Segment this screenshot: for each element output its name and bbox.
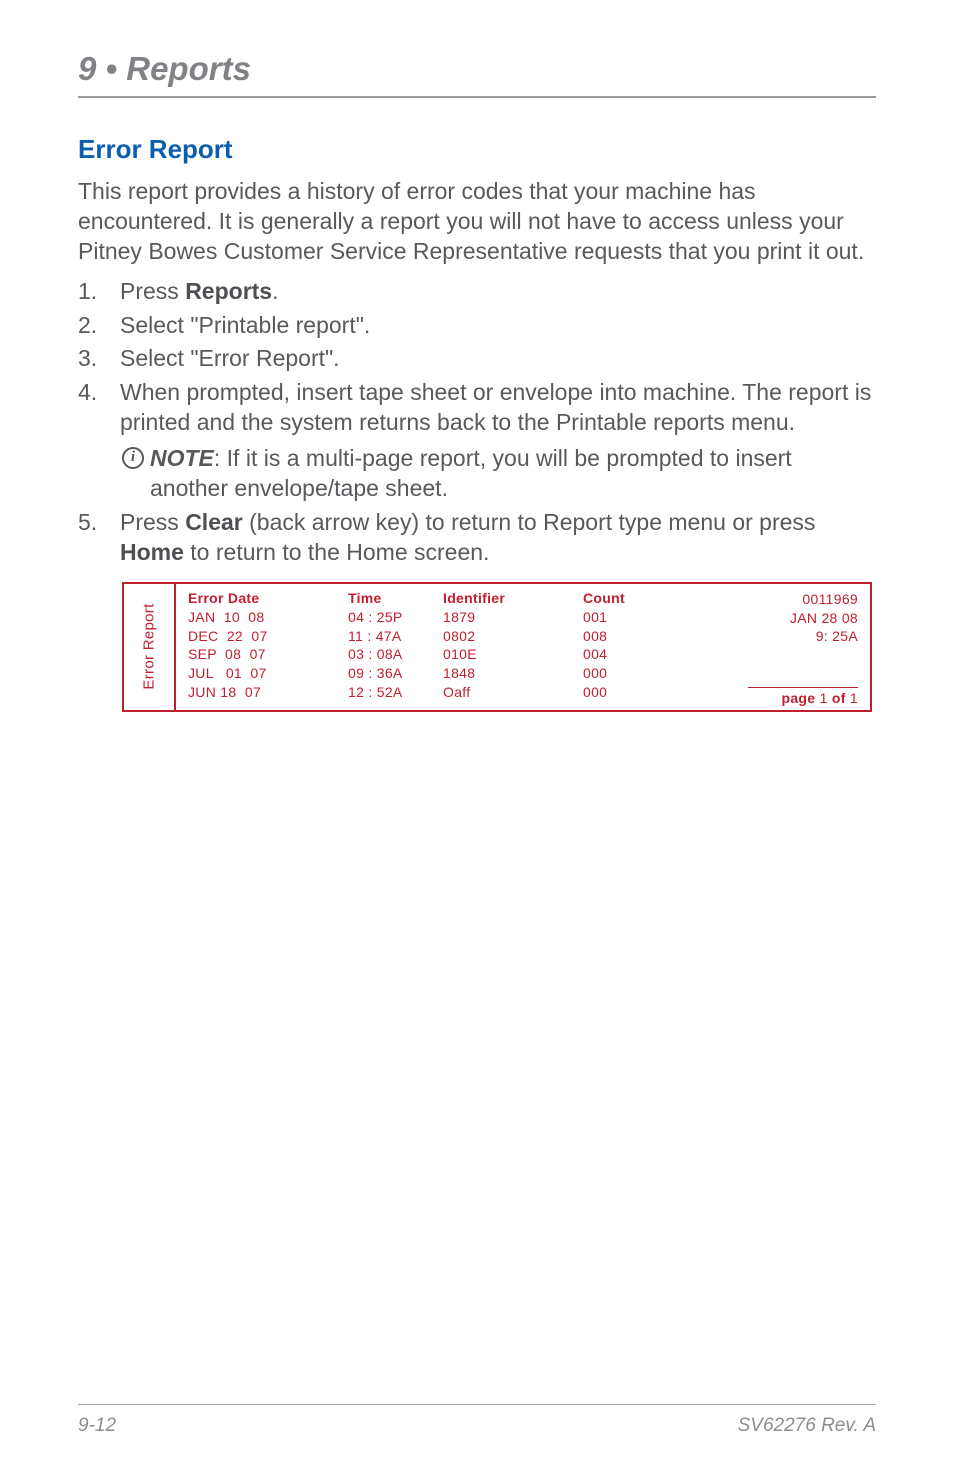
steps-list: Press Reports. Select "Printable report"…: [78, 277, 876, 568]
ticket-meta-time: 9: 25A: [790, 627, 858, 646]
section-title: Error Report: [78, 134, 876, 165]
page-n: 1: [820, 690, 828, 706]
ticket-page: page 1 of 1: [748, 687, 858, 706]
step-1-text-c: .: [272, 278, 278, 304]
footer-left: 9-12: [78, 1415, 116, 1437]
table-row: 010E: [443, 645, 583, 664]
ticket-col-time: Time 04 : 25P 11 : 47A 03 : 08A 09 : 36A…: [348, 590, 443, 702]
step-4: When prompted, insert tape sheet or enve…: [78, 378, 876, 504]
page-footer: 9-12 SV62276 Rev. A: [78, 1415, 876, 1437]
table-row: JAN 10 08: [188, 608, 348, 627]
note-text: NOTE: If it is a multi-page report, you …: [150, 444, 876, 504]
table-row: 1848: [443, 664, 583, 683]
footer-right: SV62276 Rev. A: [738, 1415, 876, 1437]
step-4-text: When prompted, insert tape sheet or enve…: [120, 379, 871, 435]
table-row: DEC 22 07: [188, 627, 348, 646]
ticket-col-count: Count 001 008 004 000 000: [583, 590, 683, 702]
step-1: Press Reports.: [78, 277, 876, 307]
ticket-hdr-date: Error Date: [188, 590, 348, 606]
table-row: JUN 18 07: [188, 683, 348, 702]
table-row: 12 : 52A: [348, 683, 443, 702]
table-row: 0802: [443, 627, 583, 646]
table-row: 000: [583, 664, 683, 683]
step-5-text-c: (back arrow key) to return to Report typ…: [243, 509, 816, 535]
ticket-col-identifier: Identifier 1879 0802 010E 1848 Oaff: [443, 590, 583, 702]
note-label: NOTE: [150, 445, 214, 471]
footer-rule: [78, 1404, 876, 1405]
step-2: Select "Printable report".: [78, 311, 876, 341]
table-row: 11 : 47A: [348, 627, 443, 646]
note-block: i NOTE: If it is a multi-page report, yo…: [120, 444, 876, 504]
step-5: Press Clear (back arrow key) to return t…: [78, 508, 876, 568]
table-row: Oaff: [443, 683, 583, 702]
table-row: 001: [583, 608, 683, 627]
page-total: 1: [850, 690, 858, 706]
table-row: 1879: [443, 608, 583, 627]
ticket-side-text: Error Report: [141, 604, 158, 690]
ticket-hdr-identifier: Identifier: [443, 590, 583, 606]
step-5-text-a: Press: [120, 509, 185, 535]
page-word: page: [781, 690, 815, 706]
ticket-hdr-count: Count: [583, 590, 683, 606]
table-row: 09 : 36A: [348, 664, 443, 683]
info-icon: i: [122, 447, 144, 469]
note-body: : If it is a multi-page report, you will…: [150, 445, 792, 501]
page-of: of: [832, 690, 846, 706]
ticket-meta-serial: 0011969: [790, 590, 858, 609]
table-row: SEP 08 07: [188, 645, 348, 664]
ticket-meta: 0011969 JAN 28 08 9: 25A: [790, 590, 858, 647]
table-row: 04 : 25P: [348, 608, 443, 627]
step-5-keyword-1: Clear: [185, 509, 243, 535]
ticket-body: Error Date JAN 10 08 DEC 22 07 SEP 08 07…: [176, 584, 870, 710]
ticket-hdr-time: Time: [348, 590, 443, 606]
error-report-ticket: Error Report Error Date JAN 10 08 DEC 22…: [122, 582, 872, 712]
table-row: 008: [583, 627, 683, 646]
chapter-header: 9 • Reports: [78, 50, 876, 98]
table-row: JUL 01 07: [188, 664, 348, 683]
intro-paragraph: This report provides a history of error …: [78, 177, 876, 267]
table-row: 000: [583, 683, 683, 702]
step-1-keyword: Reports: [185, 278, 272, 304]
step-3: Select "Error Report".: [78, 344, 876, 374]
ticket-columns: Error Date JAN 10 08 DEC 22 07 SEP 08 07…: [188, 590, 858, 702]
table-row: 004: [583, 645, 683, 664]
step-5-keyword-2: Home: [120, 539, 184, 565]
table-row: 03 : 08A: [348, 645, 443, 664]
step-1-text-a: Press: [120, 278, 185, 304]
step-5-text-e: to return to the Home screen.: [184, 539, 490, 565]
ticket-col-date: Error Date JAN 10 08 DEC 22 07 SEP 08 07…: [188, 590, 348, 702]
ticket-meta-date: JAN 28 08: [790, 609, 858, 628]
ticket-side-label: Error Report: [124, 584, 176, 710]
